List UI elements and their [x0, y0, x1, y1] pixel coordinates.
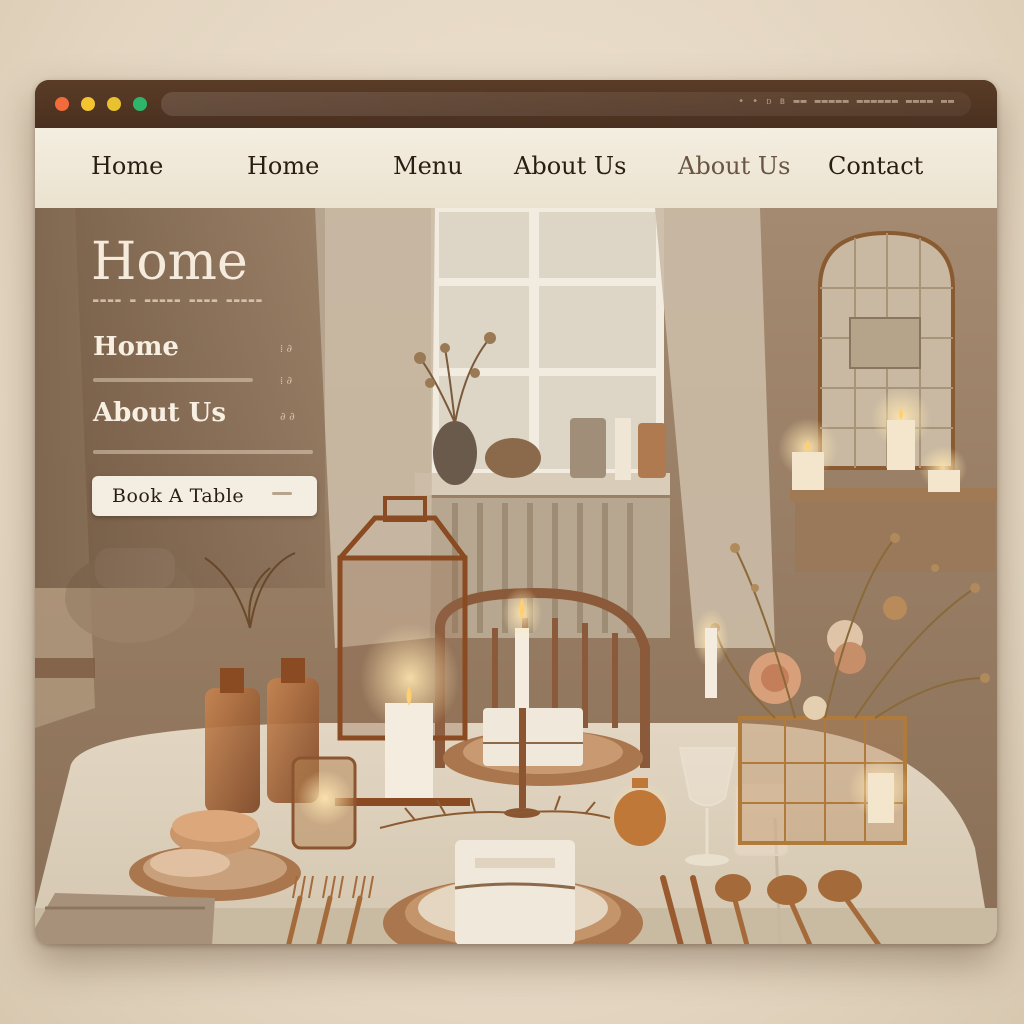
nav-home[interactable]: Home	[91, 152, 163, 180]
close-dot-icon[interactable]	[55, 97, 69, 111]
sidebar-item-about-us[interactable]: About Us	[93, 398, 226, 428]
sidebar-mark: ∂ ∂	[280, 410, 295, 423]
sidebar-mark: ⁞ ∂	[280, 374, 293, 387]
hero-scene: Home ▬▬▬▬ ▬ ▬▬▬▬▬ ▬▬▬▬ ▬▬▬▬▬ Home ⁞ ∂ ⁞ …	[35, 208, 997, 944]
maximize-dot-icon[interactable]	[107, 97, 121, 111]
address-bar[interactable]: • • ᴅ ʙ ▬▬ ▬▬▬▬▬ ▬▬▬▬▬▬ ▬▬▬▬ ▬▬	[161, 92, 971, 116]
nav-contact[interactable]: Contact	[828, 152, 923, 180]
book-table-button[interactable]: Book A Table	[92, 476, 317, 516]
hero-title: Home	[91, 232, 248, 292]
book-table-dots	[272, 492, 292, 495]
nav-about-us-2[interactable]: About Us	[678, 152, 790, 180]
top-navigation: Home Home Menu About Us About Us Contact	[35, 128, 997, 209]
sidebar-divider	[93, 450, 313, 454]
fullscreen-dot-icon[interactable]	[133, 97, 147, 111]
sidebar-mark: ⁞ ∂	[280, 342, 293, 355]
nav-about-us[interactable]: About Us	[514, 152, 626, 180]
title-bar: • • ᴅ ʙ ▬▬ ▬▬▬▬▬ ▬▬▬▬▬▬ ▬▬▬▬ ▬▬	[35, 80, 997, 128]
nav-home-2[interactable]: Home	[247, 152, 319, 180]
sidebar-item-home[interactable]: Home	[93, 332, 179, 362]
browser-window: • • ᴅ ʙ ▬▬ ▬▬▬▬▬ ▬▬▬▬▬▬ ▬▬▬▬ ▬▬ Home Hom…	[35, 80, 997, 944]
minimize-dot-icon[interactable]	[81, 97, 95, 111]
book-table-label: Book A Table	[112, 485, 245, 507]
sidebar-divider	[93, 378, 253, 382]
address-text: • • ᴅ ʙ ▬▬ ▬▬▬▬▬ ▬▬▬▬▬▬ ▬▬▬▬ ▬▬	[738, 96, 955, 107]
hero-subtitle-scribble: ▬▬▬▬ ▬ ▬▬▬▬▬ ▬▬▬▬ ▬▬▬▬▬	[93, 296, 264, 306]
nav-menu[interactable]: Menu	[393, 152, 463, 180]
